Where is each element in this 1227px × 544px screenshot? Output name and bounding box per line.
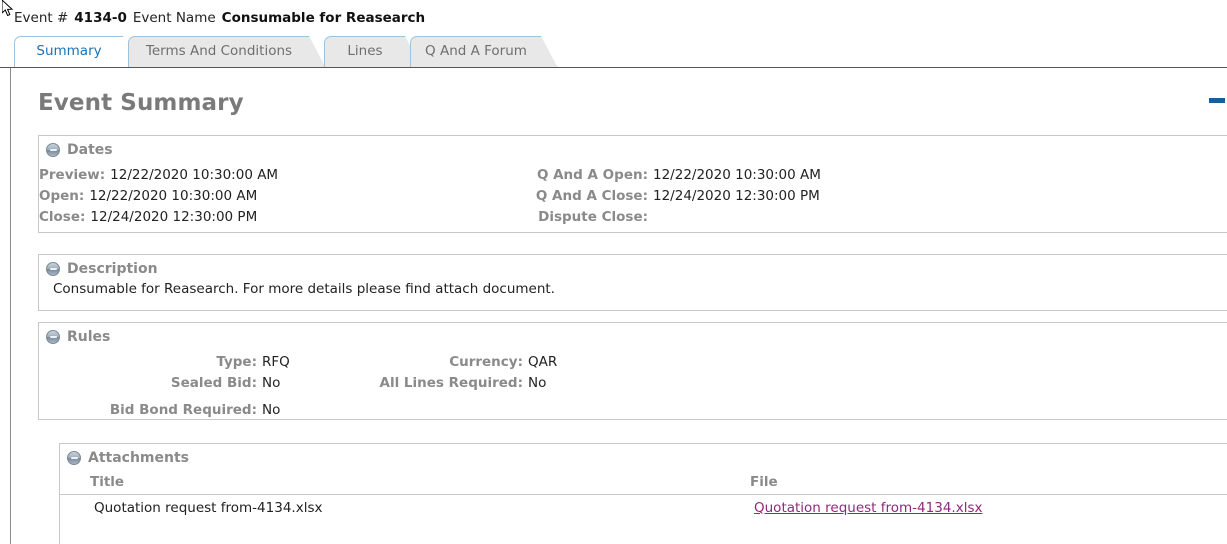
field-preview-value: 12/22/2020 10:30:00 AM xyxy=(110,167,279,183)
rules-panel-header[interactable]: Rules xyxy=(39,323,1227,348)
field-dispute-close-label: Dispute Close: xyxy=(538,209,648,225)
description-panel-title: Description xyxy=(67,261,158,277)
description-text: Consumable for Reasearch. For more detai… xyxy=(53,281,555,297)
field-currency-value: QAR xyxy=(528,354,558,370)
field-open-value: 12/22/2020 10:30:00 AM xyxy=(89,188,258,204)
collapse-circle-icon[interactable] xyxy=(67,451,81,465)
table-row: Quotation request from-4134.xlsx Quotati… xyxy=(60,495,1227,522)
field-type: Type: RFQ xyxy=(39,354,290,370)
collapse-circle-icon[interactable] xyxy=(46,143,60,157)
field-sealed-bid: Sealed Bid: No xyxy=(39,375,280,391)
field-open: Open: 12/22/2020 10:30:00 AM xyxy=(39,188,257,204)
tab-summary-label: Summary xyxy=(36,43,102,59)
page-title: Event Summary xyxy=(38,90,244,116)
event-name-label: Event Name xyxy=(132,10,216,26)
field-type-label: Type: xyxy=(216,354,257,370)
event-header-bar: Event # 4134-0 Event Name Consumable for… xyxy=(0,0,1227,36)
event-number-value: 4134-0 xyxy=(74,10,127,26)
field-close-label: Close: xyxy=(39,209,86,225)
dates-panel-title: Dates xyxy=(67,142,113,158)
field-sealed-bid-value: No xyxy=(262,375,281,391)
field-all-lines-required: All Lines Required: No xyxy=(294,375,547,391)
event-number-label: Event # xyxy=(14,10,69,26)
tab-lines[interactable]: Lines xyxy=(324,36,420,67)
attachments-panel-header[interactable]: Attachments xyxy=(60,444,1227,469)
attachment-file-link[interactable]: Quotation request from-4134.xlsx xyxy=(754,500,982,516)
field-preview: Preview: 12/22/2020 10:30:00 AM xyxy=(39,167,278,183)
description-panel-header[interactable]: Description xyxy=(39,255,1227,280)
field-bid-bond-required-label: Bid Bond Required: xyxy=(109,402,257,418)
attachment-file-cell: Quotation request from-4134.xlsx xyxy=(720,495,1227,522)
field-bid-bond-required-value: No xyxy=(262,402,281,418)
rules-panel: Rules Type: RFQ Sealed Bid: No Bid Bond … xyxy=(38,322,1227,420)
attachments-panel: Attachments Title File Quotation request… xyxy=(59,443,1227,544)
field-currency: Currency: QAR xyxy=(294,354,557,370)
attachments-table-header-row: Title File xyxy=(60,471,1227,495)
dates-panel-header[interactable]: Dates xyxy=(39,136,1227,161)
field-all-lines-required-label: All Lines Required: xyxy=(379,375,523,391)
rules-panel-title: Rules xyxy=(67,329,111,345)
attachments-table: Title File Quotation request from-4134.x… xyxy=(60,471,1227,521)
event-name-value: Consumable for Reasearch xyxy=(221,10,426,26)
field-qa-close-value: 12/24/2020 12:30:00 PM xyxy=(653,188,820,204)
field-qa-open: Q And A Open: 12/22/2020 10:30:00 AM xyxy=(419,167,821,183)
tab-q-and-a-forum-label: Q And A Forum xyxy=(425,43,527,59)
field-qa-close: Q And A Close: 12/24/2020 12:30:00 PM xyxy=(419,188,820,204)
field-open-label: Open: xyxy=(39,188,85,204)
field-currency-label: Currency: xyxy=(449,354,523,370)
attachment-title-cell: Quotation request from-4134.xlsx xyxy=(94,500,323,516)
field-close: Close: 12/24/2020 12:30:00 PM xyxy=(39,209,257,225)
field-bid-bond-required: Bid Bond Required: No xyxy=(39,402,281,418)
tab-terms-and-conditions-label: Terms And Conditions xyxy=(145,43,293,59)
collapse-circle-icon[interactable] xyxy=(46,330,60,344)
description-panel: Description Consumable for Reasearch. Fo… xyxy=(38,254,1227,311)
field-qa-close-label: Q And A Close: xyxy=(535,188,648,204)
tab-lines-label: Lines xyxy=(347,43,383,59)
field-qa-open-label: Q And A Open: xyxy=(536,167,648,183)
field-sealed-bid-label: Sealed Bid: xyxy=(170,375,257,391)
tab-summary[interactable]: Summary xyxy=(14,36,138,67)
field-type-value: RFQ xyxy=(262,354,290,370)
tab-strip: Summary Terms And Conditions Lines Q And… xyxy=(0,36,1227,68)
summary-content-area: Event Summary Dates Preview: 12/22/2020 … xyxy=(10,68,1227,544)
column-header-title: Title xyxy=(60,471,720,495)
field-qa-open-value: 12/22/2020 10:30:00 AM xyxy=(653,167,821,183)
attachments-panel-title: Attachments xyxy=(88,450,190,466)
minimize-section-button[interactable] xyxy=(1209,98,1225,103)
field-all-lines-required-value: No xyxy=(528,375,547,391)
collapse-circle-icon[interactable] xyxy=(46,262,60,276)
column-header-file: File xyxy=(720,471,1227,495)
tab-terms-and-conditions[interactable]: Terms And Conditions xyxy=(128,36,324,67)
dates-panel: Dates Preview: 12/22/2020 10:30:00 AM Op… xyxy=(38,135,1227,233)
field-preview-label: Preview: xyxy=(39,167,106,183)
field-close-value: 12/24/2020 12:30:00 PM xyxy=(90,209,258,225)
field-dispute-close: Dispute Close: xyxy=(419,209,653,225)
tab-q-and-a-forum[interactable]: Q And A Forum xyxy=(410,36,556,67)
